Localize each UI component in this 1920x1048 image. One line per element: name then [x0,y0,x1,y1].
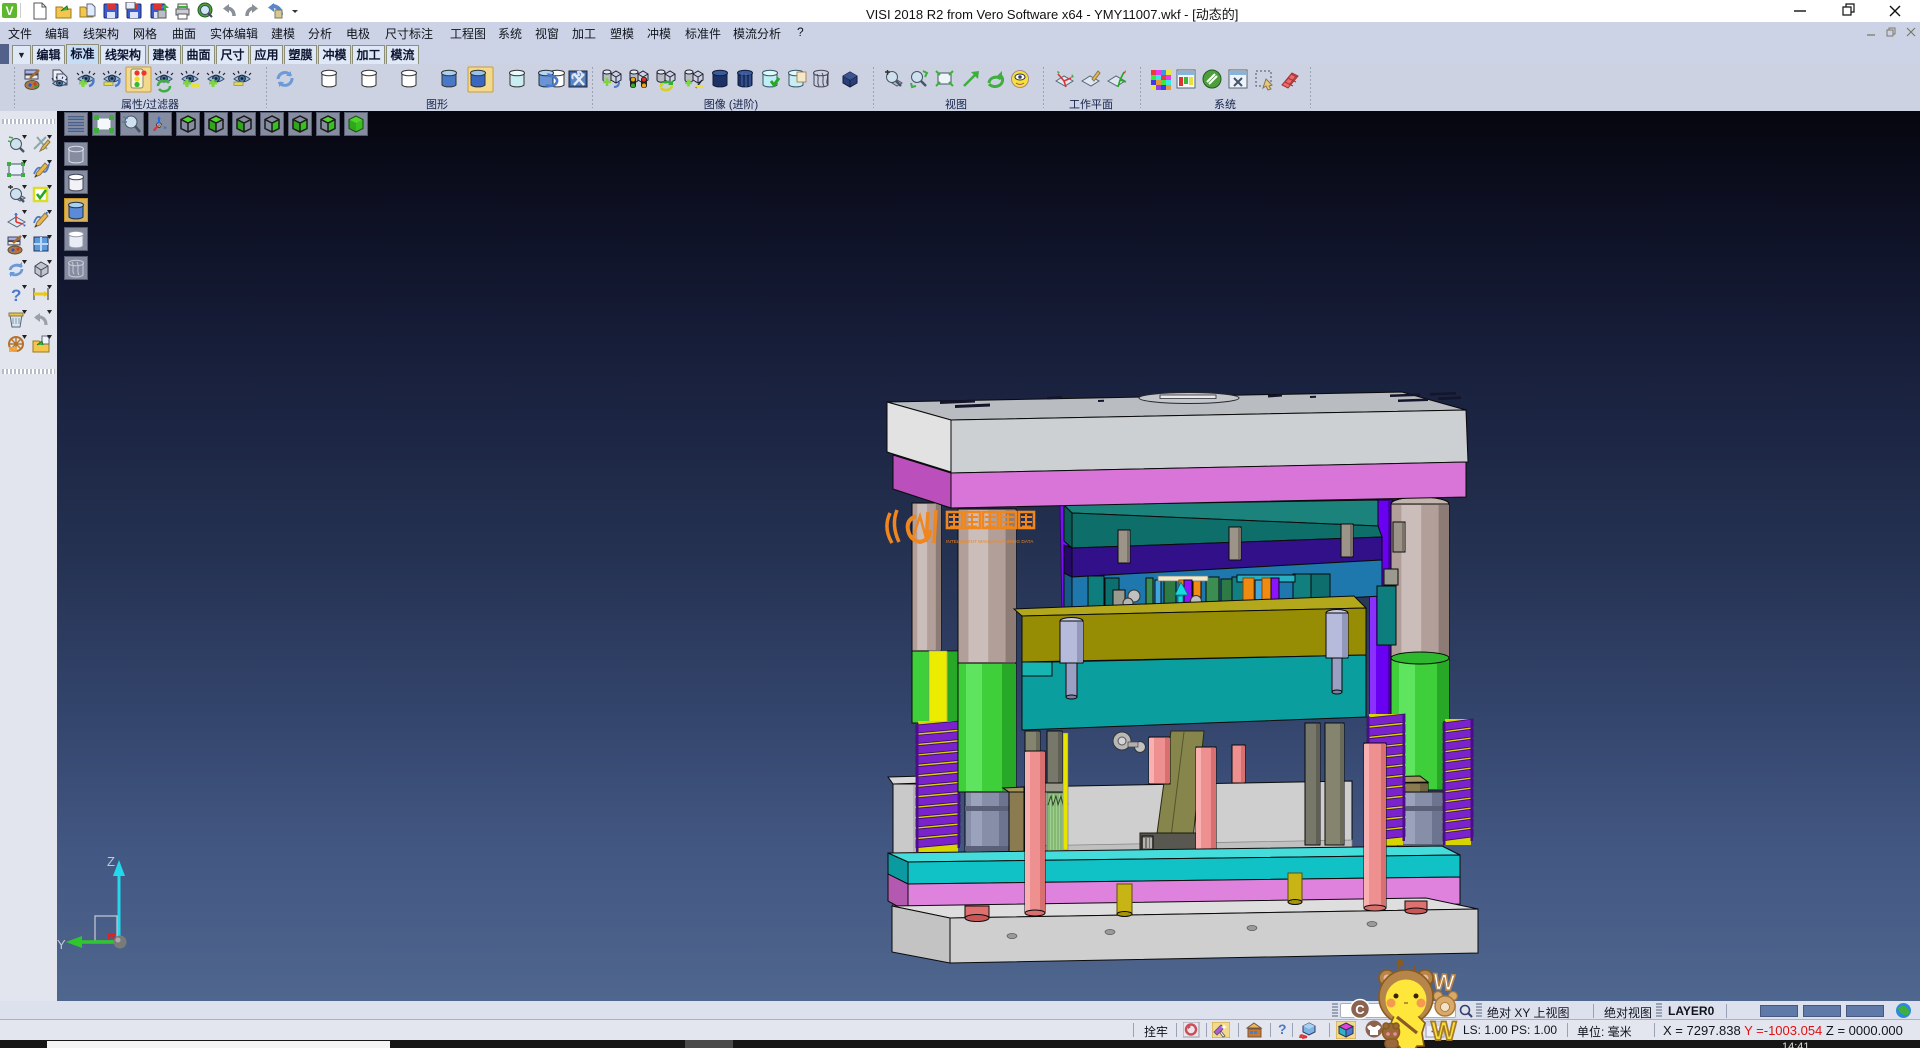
svg-text:Z: Z [107,854,115,869]
svg-text:INTELLIGENT MANUFACTURING DATA: INTELLIGENT MANUFACTURING DATA [946,539,1034,545]
svg-text:V: V [5,4,13,18]
svg-text:Y: Y [57,937,66,952]
svg-text:W: W [1431,1016,1457,1046]
svg-text:C: C [1355,1002,1365,1017]
svg-text:?: ? [11,286,21,305]
